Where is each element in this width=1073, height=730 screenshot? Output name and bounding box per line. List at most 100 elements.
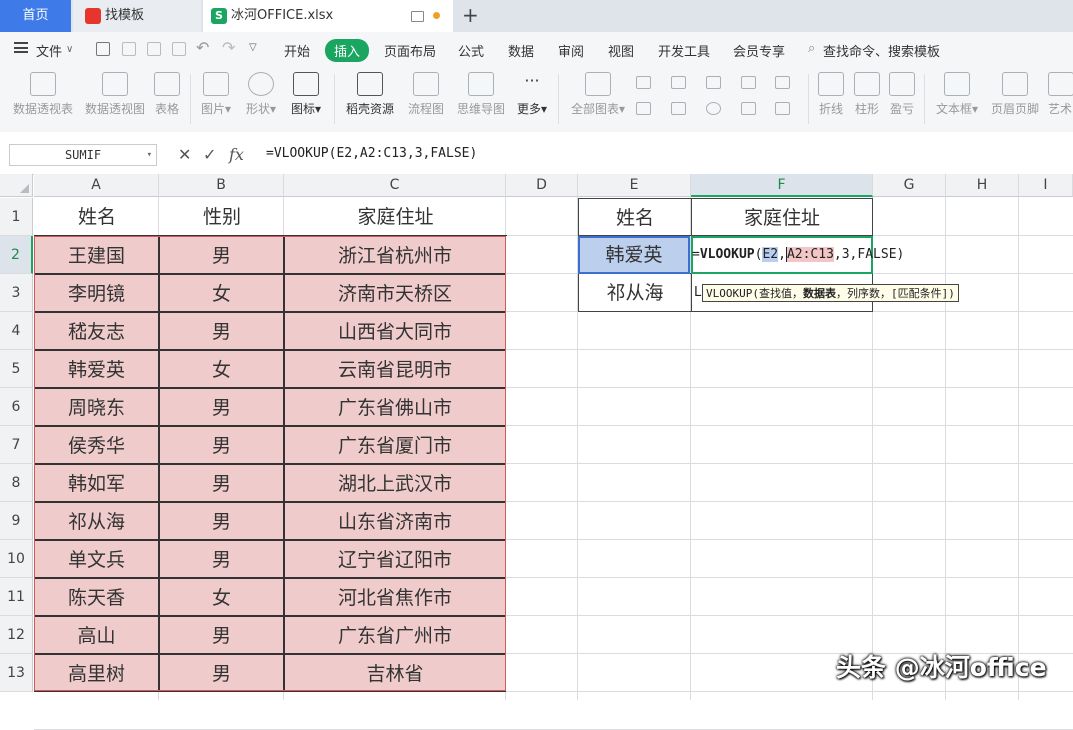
- menu-developer[interactable]: 开发工具: [658, 41, 710, 60]
- table-data-cell[interactable]: 广东省佛山市: [284, 388, 506, 426]
- other-chart-icon[interactable]: [775, 102, 790, 115]
- lookup-cell-e3[interactable]: 祁从海: [578, 273, 692, 312]
- flowchart-button[interactable]: 流程图: [406, 72, 446, 117]
- table-data-cell[interactable]: 女: [159, 350, 284, 388]
- row-header-13[interactable]: 13: [0, 654, 33, 692]
- table-data-cell[interactable]: 男: [159, 616, 284, 654]
- menu-start[interactable]: 开始: [284, 41, 310, 60]
- pivot-table-button[interactable]: 数据透视表: [10, 72, 76, 117]
- table-data-cell[interactable]: 高山: [34, 616, 159, 654]
- icon-button[interactable]: 图标▾: [288, 72, 324, 117]
- table-data-cell[interactable]: 男: [159, 312, 284, 350]
- table-data-cell[interactable]: 单文兵: [34, 540, 159, 578]
- table-header-cell[interactable]: 姓名: [34, 198, 160, 236]
- sparkline-winloss-button[interactable]: 盈亏: [887, 72, 917, 117]
- table-data-cell[interactable]: 女: [159, 274, 284, 312]
- table-data-cell[interactable]: 高里树: [34, 654, 159, 692]
- preview-icon[interactable]: [172, 42, 186, 56]
- table-header-cell[interactable]: 家庭住址: [284, 198, 507, 236]
- name-box-chevron-icon[interactable]: ▾: [147, 145, 152, 165]
- table-data-cell[interactable]: 吉林省: [284, 654, 506, 692]
- row-header-8[interactable]: 8: [0, 464, 33, 502]
- redo-icon[interactable]: ↷: [222, 38, 235, 57]
- scatter-chart-icon[interactable]: [741, 102, 756, 115]
- new-tab-plus-icon[interactable]: +: [462, 3, 479, 27]
- table-data-cell[interactable]: 韩爱英: [34, 350, 159, 388]
- row-header-2[interactable]: 2: [0, 236, 33, 274]
- lookup-header-name[interactable]: 姓名: [578, 198, 692, 236]
- row-header-5[interactable]: 5: [0, 350, 33, 388]
- combo-chart-icon[interactable]: [671, 102, 686, 115]
- sparkline-column-button[interactable]: 柱形: [852, 72, 882, 117]
- more-button[interactable]: ··· 更多▾: [514, 72, 550, 117]
- command-search[interactable]: 查找命令、搜索模板: [823, 41, 940, 60]
- table-data-cell[interactable]: 男: [159, 426, 284, 464]
- row-header-1[interactable]: 1: [0, 198, 33, 236]
- table-data-cell[interactable]: 湖北上武汉市: [284, 464, 506, 502]
- table-data-cell[interactable]: 祁从海: [34, 502, 159, 540]
- table-data-cell[interactable]: 男: [159, 236, 284, 274]
- radar-chart-icon[interactable]: [741, 76, 756, 89]
- table-data-cell[interactable]: 男: [159, 540, 284, 578]
- table-data-cell[interactable]: 济南市天桥区: [284, 274, 506, 312]
- column-header-g[interactable]: G: [873, 174, 946, 197]
- column-header-a[interactable]: A: [34, 174, 159, 197]
- menu-page-layout[interactable]: 页面布局: [384, 41, 436, 60]
- name-box[interactable]: SUMIF ▾: [9, 144, 157, 166]
- tab-home[interactable]: 首页: [0, 0, 71, 32]
- save-icon[interactable]: [96, 42, 110, 56]
- row-header-6[interactable]: 6: [0, 388, 33, 426]
- sparkline-line-button[interactable]: 折线: [816, 72, 846, 117]
- menu-member[interactable]: 会员专享: [733, 41, 785, 60]
- mindmap-button[interactable]: 思维导图: [454, 72, 508, 117]
- row-header-4[interactable]: 4: [0, 312, 33, 350]
- row-header-7[interactable]: 7: [0, 426, 33, 464]
- menu-file[interactable]: 文件: [36, 41, 62, 60]
- column-header-b[interactable]: B: [159, 174, 284, 197]
- undo-icon[interactable]: ↶: [196, 38, 209, 57]
- column-chart-icon[interactable]: [636, 76, 651, 89]
- table-button[interactable]: 表格: [152, 72, 182, 117]
- lookup-header-address[interactable]: 家庭住址: [691, 198, 873, 236]
- all-charts-button[interactable]: 全部图表▾: [568, 72, 628, 117]
- column-header-d[interactable]: D: [506, 174, 578, 197]
- pie-chart-icon[interactable]: [706, 102, 721, 115]
- confirm-icon[interactable]: ✓: [203, 145, 216, 164]
- table-data-cell[interactable]: 男: [159, 388, 284, 426]
- table-data-cell[interactable]: 陈天香: [34, 578, 159, 616]
- column-header-f[interactable]: F: [691, 174, 873, 197]
- hamburger-icon[interactable]: [14, 42, 28, 53]
- table-data-cell[interactable]: 广东省厦门市: [284, 426, 506, 464]
- insert-function-icon[interactable]: fx: [229, 145, 244, 164]
- column-header-e[interactable]: E: [578, 174, 691, 197]
- area-chart-icon[interactable]: [636, 102, 651, 115]
- tab-find-template[interactable]: 找模板: [73, 0, 201, 32]
- table-data-cell[interactable]: 浙江省杭州市: [284, 236, 506, 274]
- monitor-icon[interactable]: [411, 11, 424, 22]
- table-header-cell[interactable]: 性别: [159, 198, 285, 236]
- table-data-cell[interactable]: 山东省济南市: [284, 502, 506, 540]
- row-header-10[interactable]: 10: [0, 540, 33, 578]
- table-data-cell[interactable]: 男: [159, 654, 284, 692]
- table-data-cell[interactable]: 男: [159, 502, 284, 540]
- header-footer-button[interactable]: 页眉页脚: [990, 72, 1040, 117]
- export-icon[interactable]: [122, 42, 136, 56]
- picture-button[interactable]: 图片▾: [198, 72, 234, 117]
- bar-chart-icon[interactable]: [671, 76, 686, 89]
- shape-button[interactable]: 形状▾: [243, 72, 279, 117]
- print-icon[interactable]: [147, 42, 161, 56]
- column-header-c[interactable]: C: [284, 174, 506, 197]
- menu-insert[interactable]: 插入: [325, 39, 370, 62]
- menu-view[interactable]: 视图: [608, 41, 634, 60]
- tab-file[interactable]: S 冰河OFFICE.xlsx: [203, 0, 453, 32]
- menu-formulas[interactable]: 公式: [458, 41, 484, 60]
- column-header-h[interactable]: H: [946, 174, 1019, 197]
- table-data-cell[interactable]: 河北省焦作市: [284, 578, 506, 616]
- row-header-11[interactable]: 11: [0, 578, 33, 616]
- column-header-i[interactable]: I: [1019, 174, 1073, 197]
- line-chart-icon[interactable]: [706, 76, 721, 89]
- row-header-3[interactable]: 3: [0, 274, 33, 312]
- table-data-cell[interactable]: 山西省大同市: [284, 312, 506, 350]
- row-header-12[interactable]: 12: [0, 616, 33, 654]
- table-data-cell[interactable]: 辽宁省辽阳市: [284, 540, 506, 578]
